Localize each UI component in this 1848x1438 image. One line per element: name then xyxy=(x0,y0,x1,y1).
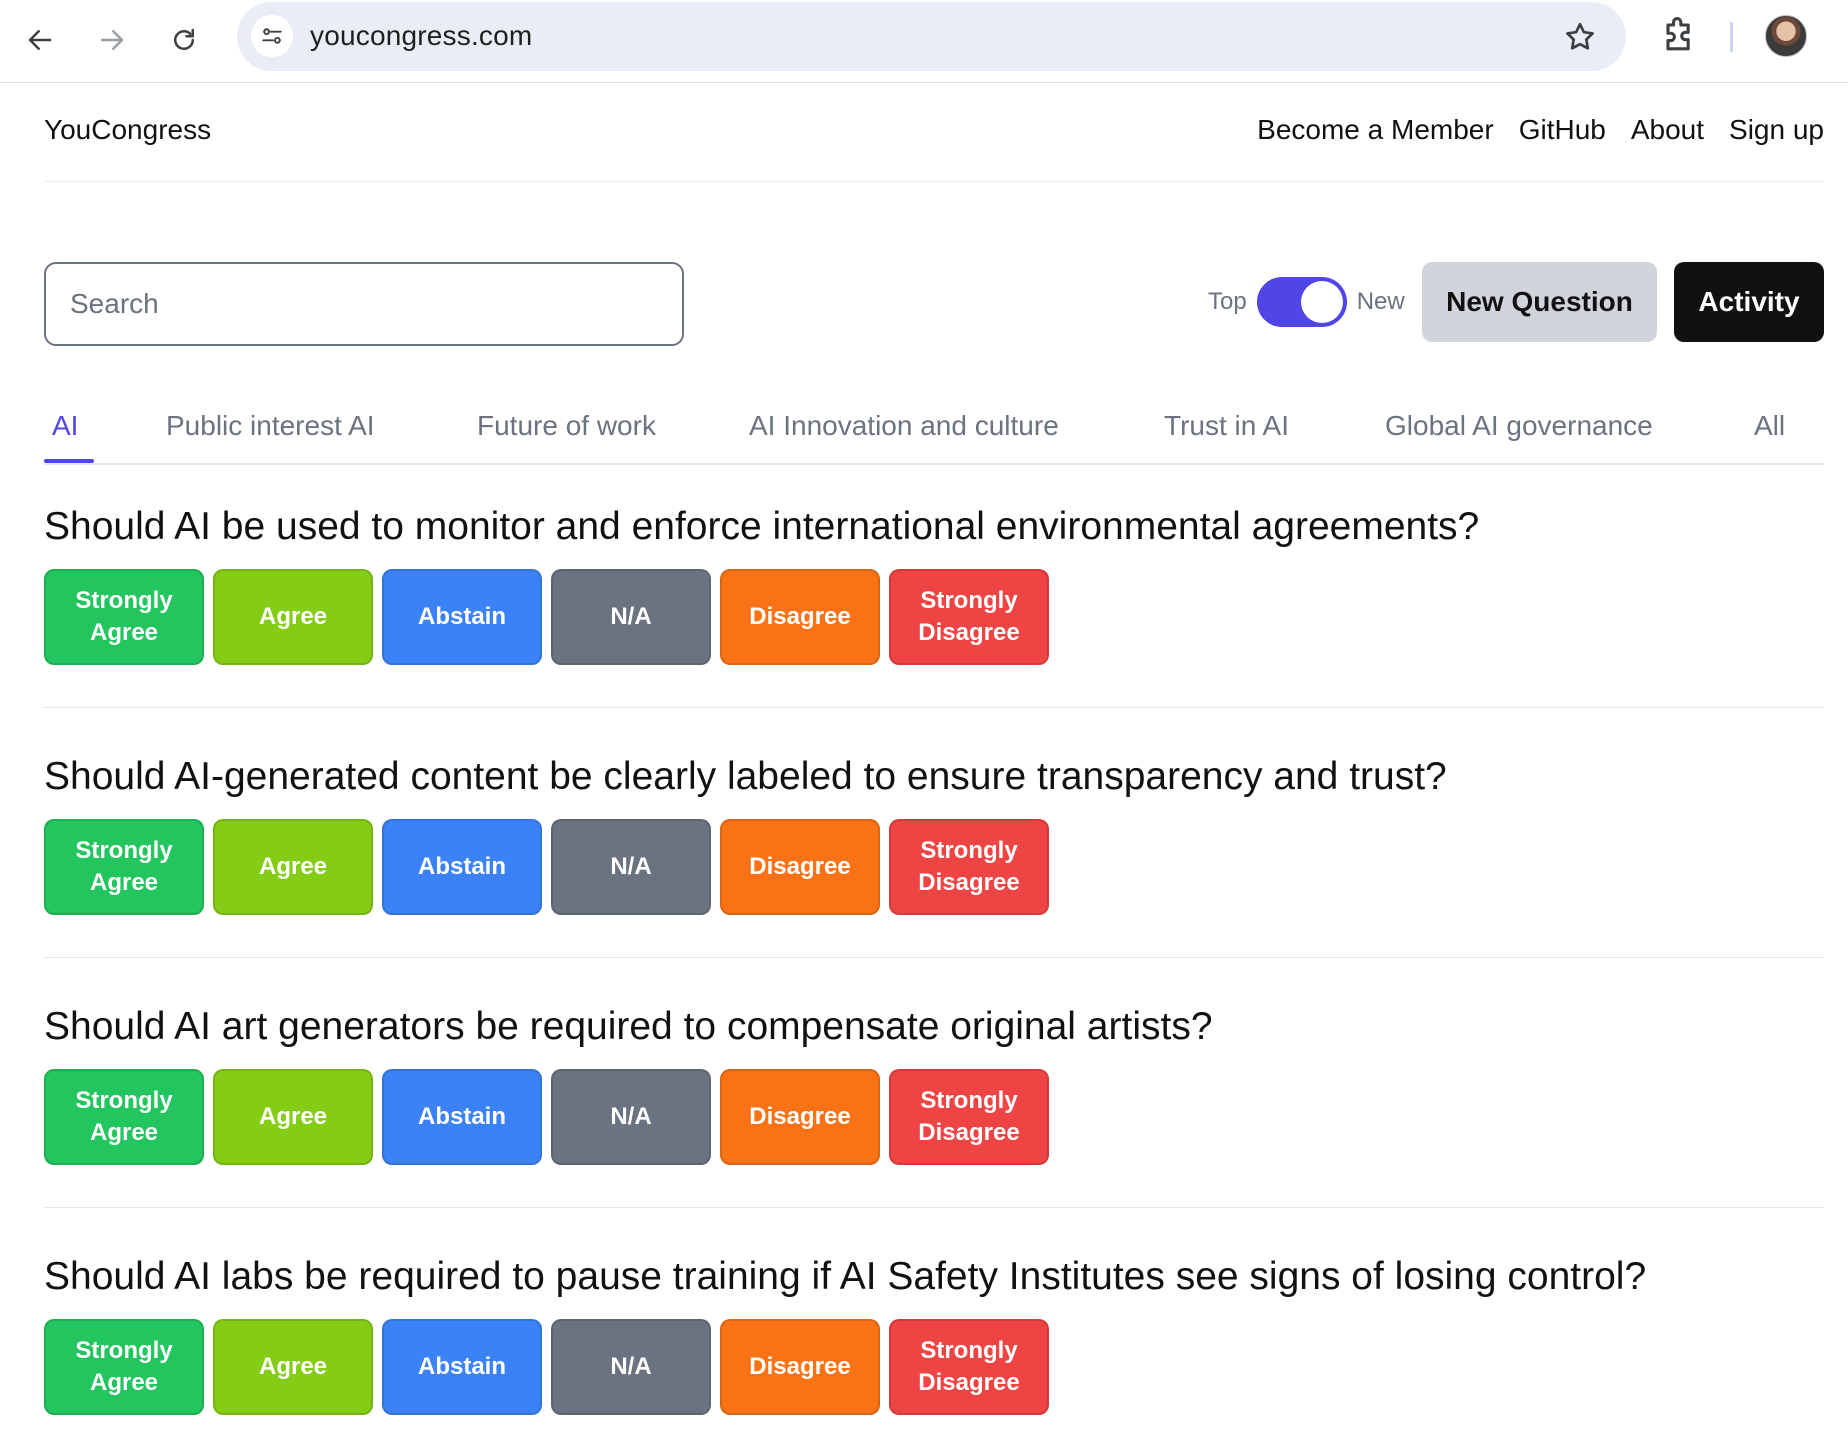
vote-strongly-agree-button[interactable]: Strongly Agree xyxy=(44,569,204,665)
tab-ai-innovation-culture[interactable]: AI Innovation and culture xyxy=(749,410,1059,442)
nav-about[interactable]: About xyxy=(1631,114,1704,146)
toggle-label-top: Top xyxy=(1208,288,1247,315)
vote-agree-button[interactable]: Agree xyxy=(213,819,373,915)
tab-public-interest-ai[interactable]: Public interest AI xyxy=(166,410,375,442)
vote-agree-button[interactable]: Agree xyxy=(213,1069,373,1165)
site-info-icon[interactable] xyxy=(251,15,293,57)
vote-na-button[interactable]: N/A xyxy=(551,1069,711,1165)
question-title[interactable]: Should AI be used to monitor and enforce… xyxy=(44,505,1479,549)
top-nav: Become a Member GitHub About Sign up xyxy=(1257,114,1824,146)
vote-options: Strongly Agree Agree Abstain N/A Disagre… xyxy=(44,569,1049,665)
toggle-knob xyxy=(1300,281,1343,323)
vote-disagree-button[interactable]: Disagree xyxy=(720,1319,880,1415)
nav-sign-up[interactable]: Sign up xyxy=(1729,114,1824,146)
back-icon xyxy=(28,30,52,50)
tab-all[interactable]: All xyxy=(1754,410,1785,442)
topic-tabs: AI Public interest AI Future of work AI … xyxy=(44,396,1824,465)
vote-na-button[interactable]: N/A xyxy=(551,819,711,915)
back-button[interactable] xyxy=(18,18,62,62)
vote-abstain-button[interactable]: Abstain xyxy=(382,569,542,665)
site-header: YouCongress Become a Member GitHub About… xyxy=(44,84,1824,182)
vote-disagree-button[interactable]: Disagree xyxy=(720,1069,880,1165)
nav-become-member[interactable]: Become a Member xyxy=(1257,114,1494,146)
new-question-button[interactable]: New Question xyxy=(1422,262,1657,342)
vote-disagree-button[interactable]: Disagree xyxy=(720,569,880,665)
tab-ai[interactable]: AI xyxy=(52,410,78,442)
vote-na-button[interactable]: N/A xyxy=(551,1319,711,1415)
question-title[interactable]: Should AI art generators be required to … xyxy=(44,1005,1213,1049)
tab-global-ai-governance[interactable]: Global AI governance xyxy=(1385,410,1653,442)
forward-icon xyxy=(100,30,124,50)
search-input[interactable] xyxy=(44,262,684,346)
vote-strongly-disagree-button[interactable]: Strongly Disagree xyxy=(889,569,1049,665)
vote-strongly-disagree-button[interactable]: Strongly Disagree xyxy=(889,819,1049,915)
vote-abstain-button[interactable]: Abstain xyxy=(382,1319,542,1415)
nav-github[interactable]: GitHub xyxy=(1519,114,1606,146)
toggle-label-new: New xyxy=(1356,288,1405,315)
vote-strongly-agree-button[interactable]: Strongly Agree xyxy=(44,819,204,915)
vote-strongly-agree-button[interactable]: Strongly Agree xyxy=(44,1069,204,1165)
profile-avatar[interactable] xyxy=(1765,15,1807,57)
activity-button[interactable]: Activity xyxy=(1674,262,1824,342)
question-title[interactable]: Should AI labs be required to pause trai… xyxy=(44,1255,1646,1299)
sort-toggle[interactable] xyxy=(1256,277,1347,327)
vote-strongly-agree-button[interactable]: Strongly Agree xyxy=(44,1319,204,1415)
active-tab-indicator xyxy=(44,459,94,463)
vote-abstain-button[interactable]: Abstain xyxy=(382,1069,542,1165)
toolbar-separator xyxy=(1730,22,1733,52)
reload-icon xyxy=(174,28,194,50)
vote-na-button[interactable]: N/A xyxy=(551,569,711,665)
address-bar[interactable]: youcongress.com xyxy=(237,2,1626,71)
sort-toggle-group: Top New xyxy=(1208,276,1405,328)
forward-button[interactable] xyxy=(90,18,134,62)
tab-future-of-work[interactable]: Future of work xyxy=(477,410,656,442)
vote-options: Strongly Agree Agree Abstain N/A Disagre… xyxy=(44,819,1049,915)
question-title[interactable]: Should AI-generated content be clearly l… xyxy=(44,755,1447,799)
question-divider xyxy=(44,707,1824,708)
vote-agree-button[interactable]: Agree xyxy=(213,569,373,665)
brand-logo[interactable]: YouCongress xyxy=(44,114,211,146)
bookmark-star-icon[interactable] xyxy=(1562,19,1598,55)
url-text[interactable]: youcongress.com xyxy=(310,20,532,52)
vote-abstain-button[interactable]: Abstain xyxy=(382,819,542,915)
vote-agree-button[interactable]: Agree xyxy=(213,1319,373,1415)
extensions-icon[interactable] xyxy=(1657,14,1701,58)
vote-options: Strongly Agree Agree Abstain N/A Disagre… xyxy=(44,1319,1049,1415)
browser-toolbar: youcongress.com xyxy=(0,0,1848,83)
reload-button[interactable] xyxy=(162,18,206,62)
vote-strongly-disagree-button[interactable]: Strongly Disagree xyxy=(889,1319,1049,1415)
question-divider xyxy=(44,1207,1824,1208)
vote-disagree-button[interactable]: Disagree xyxy=(720,819,880,915)
vote-strongly-disagree-button[interactable]: Strongly Disagree xyxy=(889,1069,1049,1165)
tab-trust-in-ai[interactable]: Trust in AI xyxy=(1164,410,1289,442)
question-divider xyxy=(44,957,1824,958)
vote-options: Strongly Agree Agree Abstain N/A Disagre… xyxy=(44,1069,1049,1165)
